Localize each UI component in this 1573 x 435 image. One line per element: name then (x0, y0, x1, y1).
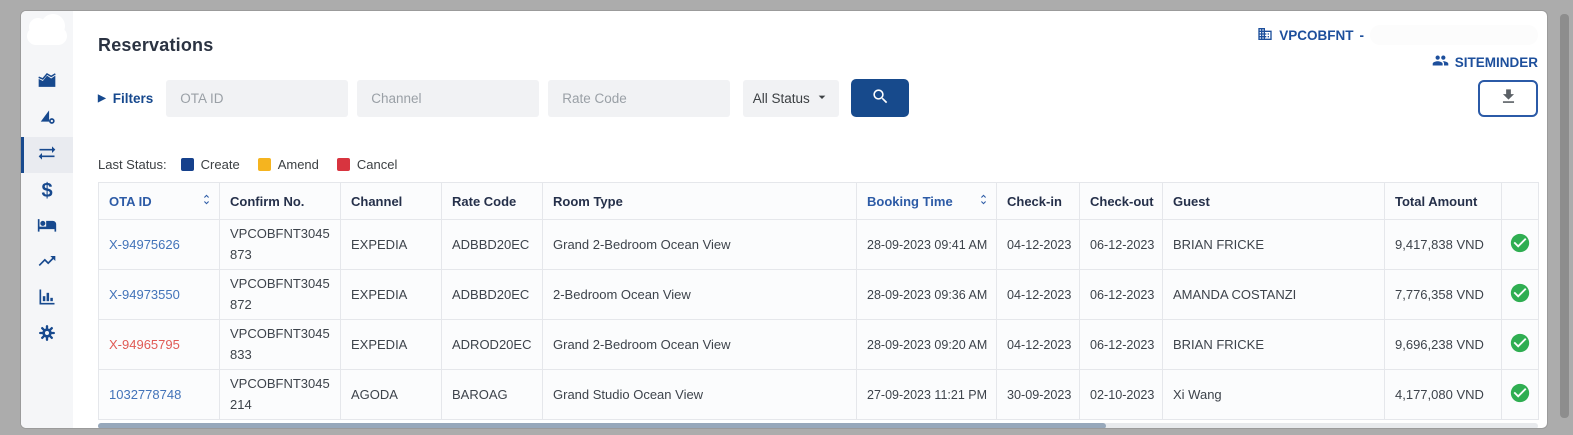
gear-icon (37, 323, 57, 348)
sort-icon (977, 193, 990, 209)
legend-label: Last Status: (98, 157, 167, 172)
column-header-rate-code: Rate Code (442, 183, 543, 220)
sidebar-item-trends[interactable] (21, 245, 73, 281)
ota-id-link[interactable]: 1032778748 (109, 387, 181, 402)
sidebar-item-finance[interactable]: $ (21, 173, 73, 209)
status-dropdown[interactable]: All Status (743, 80, 839, 117)
sidebar-item-reports[interactable] (21, 281, 73, 317)
column-header-ota-id[interactable]: OTA ID (99, 183, 220, 220)
column-header-room-type: Room Type (543, 183, 857, 220)
column-header-guest: Guest (1163, 183, 1385, 220)
table-row: X-94973550 VPCOBFNT3045872 EXPEDIA ADBBD… (99, 270, 1539, 320)
redacted-property-name (1370, 25, 1538, 45)
bar-chart-icon (37, 287, 57, 312)
search-icon (871, 87, 890, 109)
status-dropdown-value: All Status (753, 91, 810, 106)
filters-row: ▶ Filters All Status (98, 79, 1538, 117)
legend-item-amend: Amend (258, 157, 319, 172)
header-right-info: VPCOBFNT - SITEMINDER (1257, 25, 1538, 72)
create-swatch (181, 158, 194, 171)
sidebar-item-dashboard[interactable] (21, 65, 73, 101)
filters-label: Filters (113, 91, 154, 106)
building-icon (1257, 26, 1273, 45)
horizontal-scrollbar-thumb[interactable] (98, 423, 1106, 429)
table-row: 1032778748 VPCOBFNT3045214 AGODA BAROAG … (99, 370, 1539, 420)
cloud-logo (27, 27, 67, 45)
people-icon (1432, 52, 1449, 72)
channel-input[interactable] (357, 80, 539, 117)
check-circle-icon (1509, 292, 1531, 307)
cancel-swatch (337, 158, 350, 171)
dollar-icon: $ (41, 180, 52, 203)
column-header-total-amount: Total Amount (1385, 183, 1502, 220)
topbar: Reservations VPCOBFNT - SIT (98, 25, 1538, 79)
legend-item-create: Create (181, 157, 240, 172)
sidebar-item-settings[interactable] (21, 317, 73, 353)
triangle-gear-icon (37, 107, 57, 132)
sidebar-item-rooms[interactable] (21, 209, 73, 245)
sidebar: $ (21, 11, 73, 428)
column-header-confirm-no: Confirm No. (220, 183, 341, 220)
vertical-scrollbar[interactable] (1560, 14, 1569, 418)
triangle-right-icon: ▶ (98, 93, 106, 104)
horizontal-scrollbar[interactable] (98, 423, 1538, 429)
bed-icon (37, 215, 57, 240)
channel-manager-info: SITEMINDER (1257, 52, 1538, 72)
column-header-channel: Channel (341, 183, 442, 220)
compare-arrows-icon (37, 143, 57, 168)
check-circle-icon (1509, 392, 1531, 407)
check-circle-icon (1509, 342, 1531, 357)
ota-id-input[interactable] (166, 80, 348, 117)
area-chart-icon (37, 71, 57, 96)
reservations-table: OTA ID Confirm No. Channel Rate Code Roo… (98, 182, 1539, 420)
property-info: VPCOBFNT - (1257, 25, 1538, 45)
trending-up-icon (37, 251, 57, 276)
rate-code-input[interactable] (548, 80, 730, 117)
chevron-down-icon (814, 89, 830, 108)
column-header-status (1502, 183, 1539, 220)
ota-id-link[interactable]: X-94973550 (109, 287, 180, 302)
download-button[interactable] (1478, 80, 1538, 117)
column-header-check-out: Check-out (1080, 183, 1163, 220)
download-icon (1499, 87, 1518, 109)
sidebar-item-rates[interactable] (21, 101, 73, 137)
table-row: X-94975626 VPCOBFNT3045873 EXPEDIA ADBBD… (99, 220, 1539, 270)
status-legend: Last Status: Create Amend Cancel (98, 157, 1538, 172)
sort-icon (200, 193, 213, 209)
property-separator: - (1360, 28, 1365, 43)
sidebar-item-reservations[interactable] (21, 137, 73, 173)
column-header-booking-time[interactable]: Booking Time (857, 183, 997, 220)
check-circle-icon (1509, 242, 1531, 257)
table-header-row: OTA ID Confirm No. Channel Rate Code Roo… (99, 183, 1539, 220)
table-row: X-94965795 VPCOBFNT3045833 EXPEDIA ADROD… (99, 320, 1539, 370)
app-window: $ Reservations (20, 10, 1548, 429)
ota-id-link[interactable]: X-94965795 (109, 337, 180, 352)
amend-swatch (258, 158, 271, 171)
ota-id-link[interactable]: X-94975626 (109, 237, 180, 252)
main-content: Reservations VPCOBFNT - SIT (73, 11, 1547, 428)
column-header-check-in: Check-in (997, 183, 1080, 220)
legend-item-cancel: Cancel (337, 157, 397, 172)
filters-toggle[interactable]: ▶ Filters (98, 91, 153, 106)
page-title: Reservations (98, 35, 213, 56)
property-code: VPCOBFNT (1279, 28, 1353, 43)
channel-manager-label: SITEMINDER (1455, 55, 1538, 70)
search-button[interactable] (851, 79, 909, 117)
